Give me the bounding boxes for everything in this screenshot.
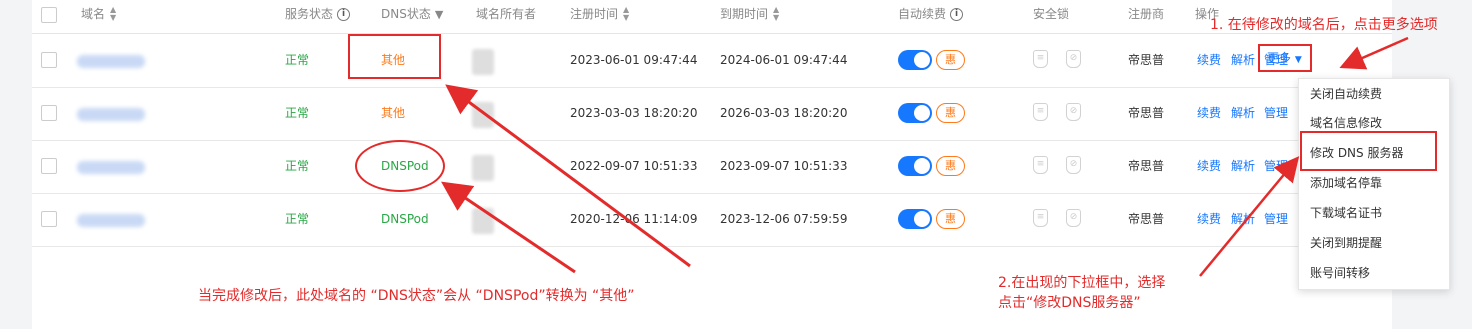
annotation-step2-line1: 2.在出现的下拉框中，选择 <box>998 275 1166 291</box>
annotation-note: 当完成修改后，此处域名的 “DNS状态”会从 “DNSPod”转换为 “其他” <box>198 288 635 304</box>
annotation-step1: 1. 在待修改的域名后，点击更多选项 <box>1210 17 1438 33</box>
annotation-arrows <box>441 36 1409 277</box>
annotation-step2-line2: 点击“修改DNS服务器” <box>998 295 1141 311</box>
